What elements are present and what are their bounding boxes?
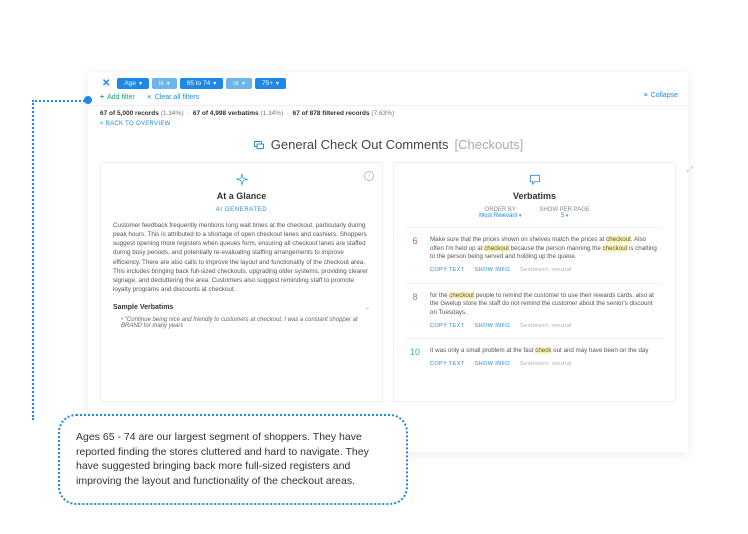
sample-quote: "Continue being nice and friendly to cus… bbox=[113, 311, 370, 329]
verbatim-text: Make sure that the prices shown on shelv… bbox=[430, 236, 661, 275]
filter-chip-range[interactable]: 65 to 74 bbox=[180, 78, 224, 89]
show-info-button[interactable]: SHOW INFO bbox=[475, 323, 510, 331]
chevron-down-icon bbox=[213, 80, 216, 87]
show-info-button[interactable]: SHOW INFO bbox=[475, 267, 510, 275]
chevron-down-icon bbox=[242, 80, 245, 87]
verbatims-heading: Verbatims bbox=[406, 191, 663, 201]
filter-bar: ✕ Age is 65 to 74 or 75+ Add filter Clea… bbox=[88, 72, 688, 105]
glance-summary: Customer feedback frequently mentions lo… bbox=[113, 221, 370, 294]
verbatim-item: 8for the checkout people to remind the c… bbox=[406, 283, 663, 339]
chevron-down-icon bbox=[276, 80, 279, 87]
verbatims-list: 6Make sure that the prices shown on shel… bbox=[406, 227, 663, 377]
filter-chip-75plus[interactable]: 75+ bbox=[255, 78, 286, 89]
order-by-select[interactable]: Most Relevant bbox=[479, 213, 521, 219]
verbatims-header: Verbatims bbox=[406, 173, 663, 207]
page-title: General Check Out Comments [Checkouts] bbox=[88, 133, 688, 162]
filter-chip-is[interactable]: is bbox=[152, 78, 177, 89]
verbatim-item: 10 It was only a small problem at the fas… bbox=[406, 338, 663, 376]
glance-heading: At a Glance bbox=[113, 191, 370, 201]
sample-verbatims-header[interactable]: Sample Verbatims ⌄ bbox=[113, 304, 370, 311]
verbatims-controls: ORDER BY Most Relevant SHOW PER PAGE 5 bbox=[406, 207, 663, 227]
record-counts: 67 of 5,000 records (1.34%) · 67 of 4,99… bbox=[88, 105, 688, 119]
verbatim-actions: COPY TEXT SHOW INFO Sentiment: neutral bbox=[430, 361, 661, 369]
per-page-select[interactable]: 5 bbox=[539, 213, 590, 219]
show-info-button[interactable]: SHOW INFO bbox=[475, 361, 510, 369]
copy-text-button[interactable]: COPY TEXT bbox=[430, 361, 465, 369]
filter-chip-row: ✕ Age is 65 to 74 or 75+ bbox=[98, 78, 678, 89]
verbatim-score: 8 bbox=[408, 292, 422, 331]
close-filter-icon[interactable]: ✕ bbox=[98, 78, 114, 89]
expand-icon[interactable]: ⤢ bbox=[687, 165, 693, 175]
chevron-down-icon bbox=[167, 80, 170, 87]
sparkle-icon bbox=[234, 173, 250, 187]
verbatims-card: ⤢ Verbatims ORDER BY Most Relevant SHOW … bbox=[393, 162, 676, 402]
verbatim-actions: COPY TEXT SHOW INFO Sentiment: neutral bbox=[430, 323, 661, 331]
comments-icon bbox=[253, 139, 265, 151]
title-main: General Check Out Comments bbox=[271, 137, 449, 152]
clear-filters-button[interactable]: Clear all filters bbox=[147, 94, 199, 101]
collapse-button[interactable]: Collapse bbox=[644, 92, 678, 99]
main-panel: ✕ Age is 65 to 74 or 75+ Add filter Clea… bbox=[88, 72, 688, 452]
info-icon[interactable]: i bbox=[364, 171, 374, 181]
connector-line bbox=[32, 100, 34, 420]
chat-icon bbox=[527, 173, 543, 187]
copy-text-button[interactable]: COPY TEXT bbox=[430, 267, 465, 275]
sentiment-label: Sentiment: neutral bbox=[520, 267, 572, 275]
sentiment-label: Sentiment: neutral bbox=[520, 323, 572, 331]
glance-header: At a Glance bbox=[113, 173, 370, 207]
back-to-overview-link[interactable]: < BACK TO OVERVIEW bbox=[88, 119, 688, 133]
sentiment-label: Sentiment: neutral bbox=[520, 361, 572, 369]
filter-chip-or[interactable]: or bbox=[226, 78, 252, 89]
connector-line bbox=[32, 100, 88, 102]
cards-row: i At a Glance AI GENERATED Customer feed… bbox=[88, 162, 688, 402]
add-filter-button[interactable]: Add filter bbox=[100, 94, 135, 101]
filter-chip-age[interactable]: Age bbox=[117, 78, 149, 89]
verbatim-actions: COPY TEXT SHOW INFO Sentiment: neutral bbox=[430, 267, 661, 275]
verbatim-text: for the checkout people to remind the cu… bbox=[430, 292, 661, 331]
verbatim-item: 6Make sure that the prices shown on shel… bbox=[406, 227, 663, 283]
verbatim-score: 10 bbox=[408, 347, 422, 368]
chevron-down-icon: ⌄ bbox=[365, 304, 370, 311]
verbatim-text: It was only a small problem at the fast … bbox=[430, 347, 661, 368]
chevron-down-icon bbox=[139, 80, 142, 87]
filter-actions: Add filter Clear all filters bbox=[98, 89, 678, 105]
at-a-glance-card: i At a Glance AI GENERATED Customer feed… bbox=[100, 162, 383, 402]
ai-generated-tag: AI GENERATED bbox=[113, 207, 370, 221]
copy-text-button[interactable]: COPY TEXT bbox=[430, 323, 465, 331]
title-sub: [Checkouts] bbox=[455, 137, 524, 152]
insight-callout: Ages 65 - 74 are our largest segment of … bbox=[58, 414, 408, 505]
verbatim-score: 6 bbox=[408, 236, 422, 275]
connector-dot bbox=[84, 96, 92, 104]
